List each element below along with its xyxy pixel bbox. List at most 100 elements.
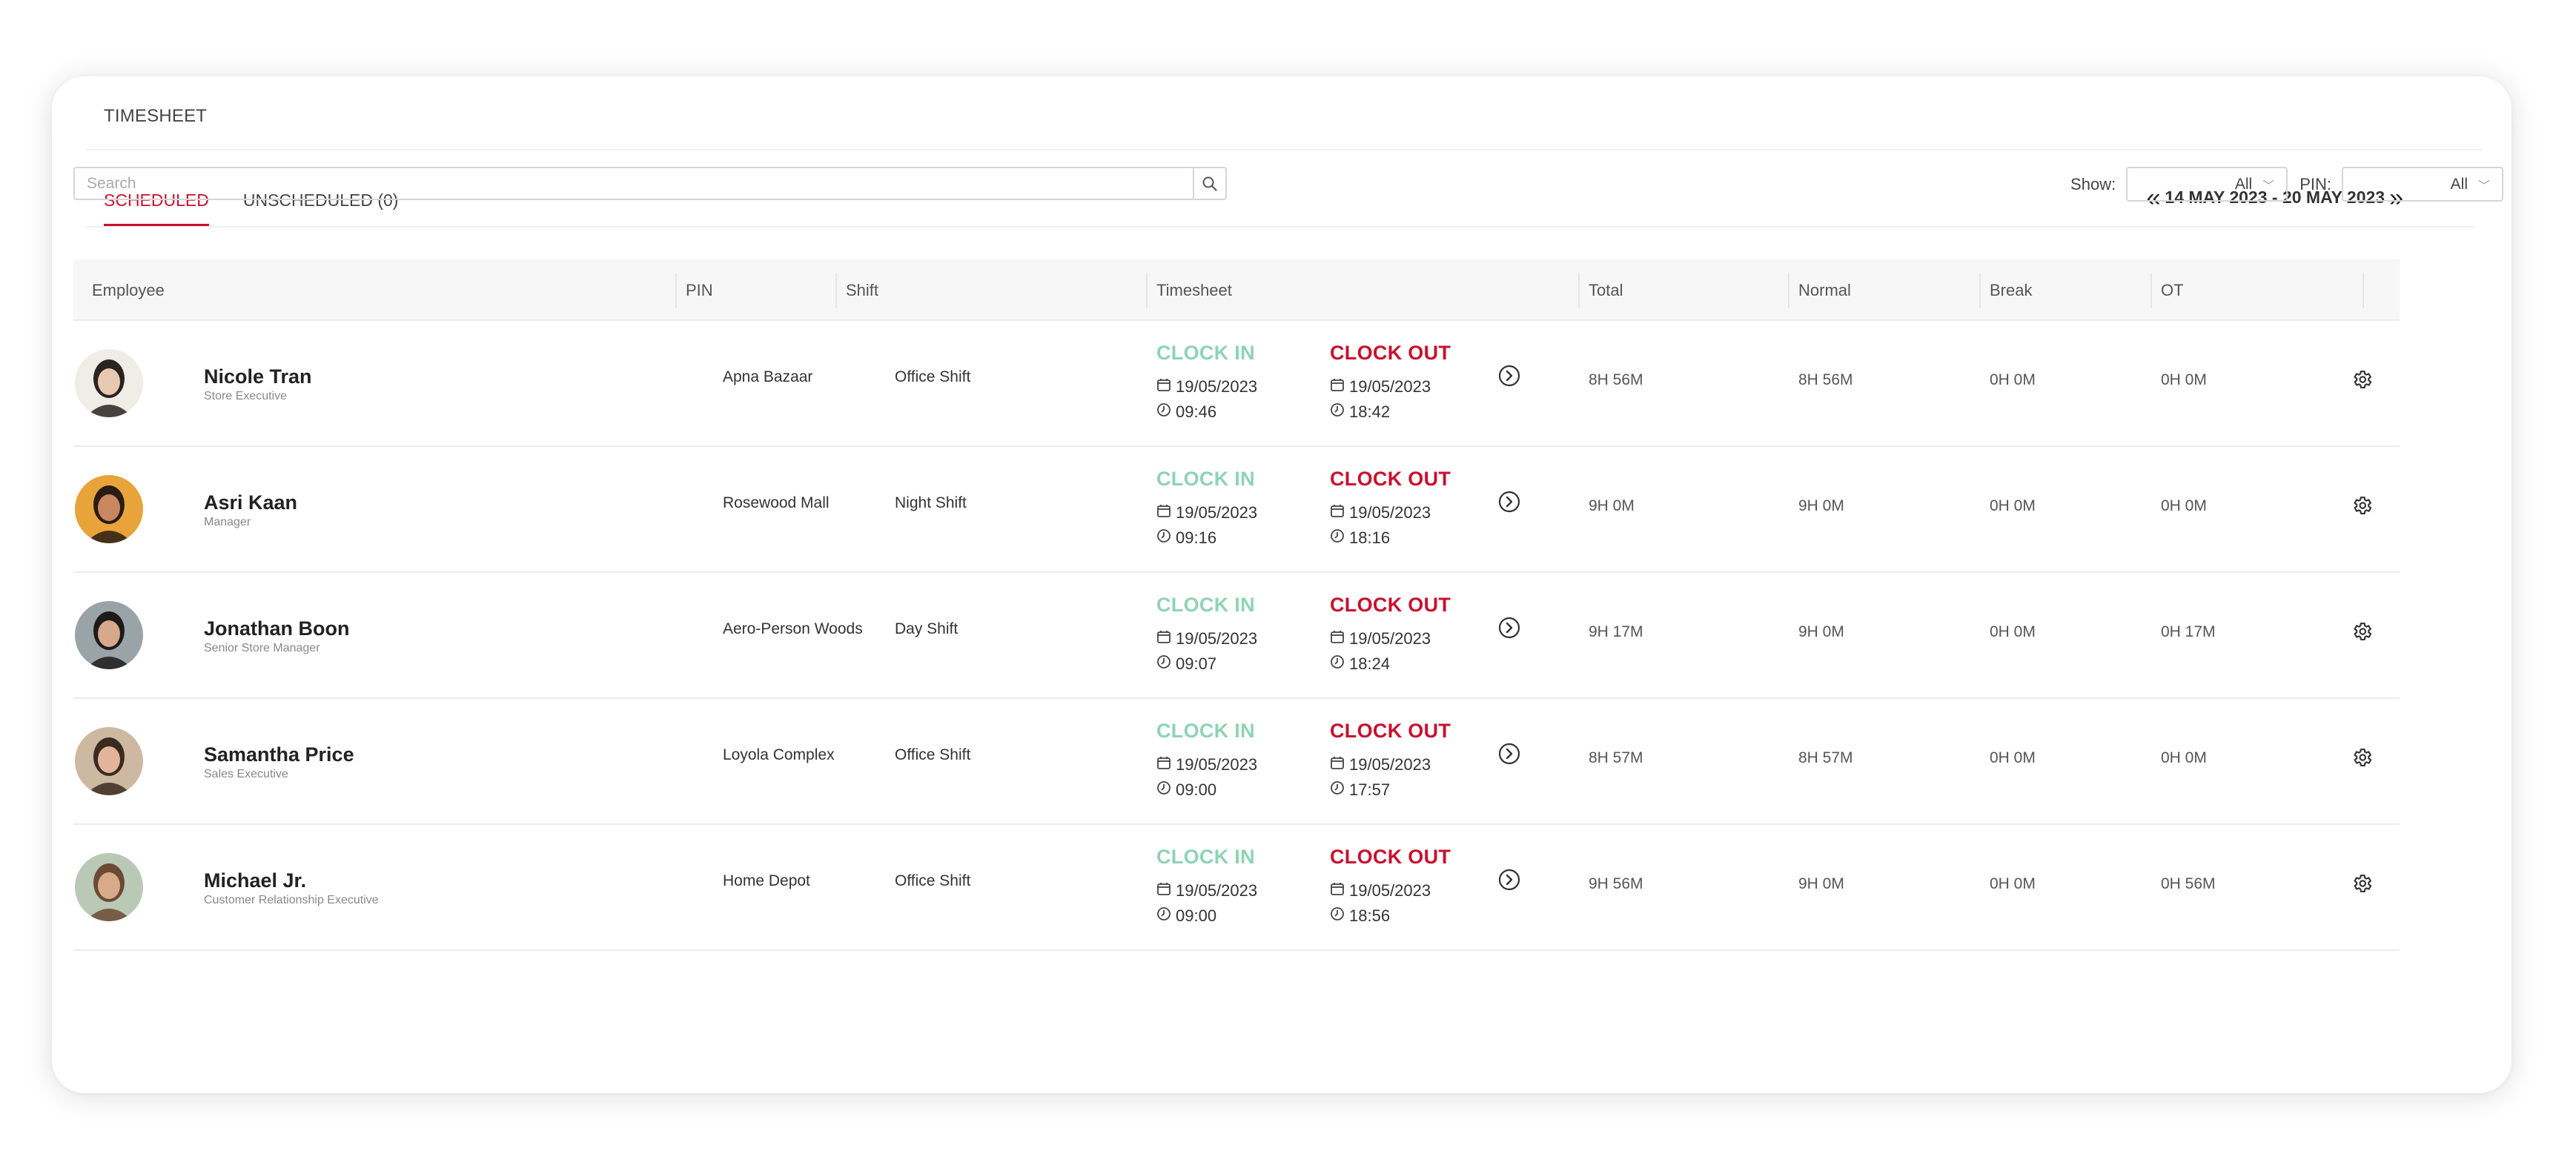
show-filter-select[interactable]: All ﹀ (2126, 167, 2288, 202)
clock-in-date: 19/05/2023 (1156, 755, 1257, 774)
column-break[interactable]: Break (1979, 259, 2032, 321)
clock-out-date: 19/05/2023 (1330, 881, 1431, 900)
shift-name: Office Shift (895, 746, 971, 763)
column-shift[interactable]: Shift (835, 259, 878, 321)
timesheet-table: Employee PIN Shift Timesheet Total Norma… (73, 259, 2400, 951)
clock-out-date-value: 19/05/2023 (1349, 755, 1431, 774)
gear-icon[interactable] (2349, 745, 2374, 770)
clock-icon (1330, 528, 1349, 548)
employee-name[interactable]: Asri Kaan (204, 491, 297, 514)
calendar-icon (1330, 377, 1349, 397)
clock-out-date: 19/05/2023 (1330, 503, 1431, 523)
table-row: Michael Jr. Customer Relationship Execut… (73, 825, 2400, 951)
employee-role: Sales Executive (204, 768, 288, 780)
employee-role: Customer Relationship Executive (204, 894, 379, 906)
calendar-icon (1330, 503, 1349, 523)
clock-out-label: CLOCK OUT (1330, 342, 1451, 364)
column-employee[interactable]: Employee (92, 259, 165, 321)
view-detail-arrow-icon[interactable] (1497, 741, 1522, 766)
calendar-icon (1330, 881, 1349, 900)
table-row: Asri Kaan Manager Rosewood Mall Night Sh… (73, 447, 2400, 573)
column-timesheet[interactable]: Timesheet (1146, 259, 1232, 321)
gear-icon[interactable] (2349, 493, 2374, 518)
normal-hours: 9H 0M (1798, 623, 1844, 640)
ot-hours: 0H 0M (2161, 371, 2207, 388)
search-icon[interactable] (1193, 168, 1225, 199)
title-divider (86, 149, 2482, 150)
clock-in-time: 09:16 (1156, 528, 1216, 548)
clock-in-time-value: 09:46 (1176, 402, 1217, 421)
view-detail-arrow-icon[interactable] (1497, 489, 1522, 514)
clock-in-time: 09:00 (1156, 906, 1216, 926)
clock-in-time-value: 09:07 (1176, 654, 1217, 673)
pin-location: Apna Bazaar (723, 368, 813, 385)
clock-out-date-value: 19/05/2023 (1349, 881, 1431, 900)
normal-hours: 9H 0M (1798, 875, 1844, 892)
break-hours: 0H 0M (1990, 623, 2036, 640)
calendar-icon (1330, 629, 1349, 648)
calendar-icon (1156, 755, 1176, 774)
clock-in-label: CLOCK IN (1156, 342, 1255, 364)
column-total[interactable]: Total (1577, 259, 1623, 321)
search-input[interactable] (75, 168, 1193, 199)
clock-in-label: CLOCK IN (1156, 594, 1255, 616)
view-detail-arrow-icon[interactable] (1497, 615, 1522, 640)
employee-role: Senior Store Manager (204, 642, 320, 654)
clock-out-label: CLOCK OUT (1330, 468, 1451, 490)
clock-in-time: 09:00 (1156, 780, 1216, 800)
clock-out-label: CLOCK OUT (1330, 594, 1451, 616)
total-hours: 8H 56M (1589, 371, 1643, 388)
clock-icon (1156, 906, 1176, 926)
gear-icon[interactable] (2349, 367, 2374, 392)
employee-name[interactable]: Jonathan Boon (204, 617, 350, 640)
clock-out-date-value: 19/05/2023 (1349, 629, 1431, 648)
clock-out-time: 18:24 (1330, 654, 1390, 674)
shift-name: Office Shift (895, 872, 971, 889)
clock-in-time-value: 09:00 (1176, 906, 1217, 925)
column-normal[interactable]: Normal (1788, 259, 1851, 321)
column-ot[interactable]: OT (2150, 259, 2184, 321)
clock-out-time: 18:42 (1330, 402, 1390, 422)
break-hours: 0H 0M (1990, 875, 2036, 892)
chevron-down-icon: ﹀ (2262, 179, 2275, 193)
gear-icon[interactable] (2349, 871, 2374, 896)
clock-out-time-value: 17:57 (1349, 780, 1391, 799)
normal-hours: 9H 0M (1798, 497, 1844, 514)
shift-name: Day Shift (895, 620, 958, 637)
break-hours: 0H 0M (1990, 371, 2036, 388)
pin-filter-label: PIN: (2299, 174, 2331, 193)
clock-icon (1156, 528, 1176, 548)
ot-hours: 0H 0M (2161, 749, 2207, 766)
gear-icon[interactable] (2349, 619, 2374, 644)
clock-out-time: 17:57 (1330, 780, 1390, 800)
filters-bar: Show: All ﹀ PIN: All ﹀ (2070, 167, 2503, 202)
avatar (75, 601, 143, 669)
clock-in-label: CLOCK IN (1156, 846, 1255, 868)
clock-out-label: CLOCK OUT (1330, 846, 1451, 868)
clock-out-time: 18:16 (1330, 528, 1390, 548)
clock-in-label: CLOCK IN (1156, 468, 1255, 490)
view-detail-arrow-icon[interactable] (1497, 867, 1522, 892)
pin-filter-value: All (2450, 175, 2468, 193)
clock-in-date: 19/05/2023 (1156, 503, 1257, 523)
shift-name: Night Shift (895, 494, 967, 511)
search-box (73, 167, 1227, 200)
page-title: TIMESHEET (104, 106, 208, 126)
total-hours: 9H 0M (1589, 497, 1635, 514)
clock-out-time: 18:56 (1330, 906, 1390, 926)
clock-in-date-value: 19/05/2023 (1176, 377, 1258, 396)
column-pin[interactable]: PIN (675, 259, 713, 321)
employee-name[interactable]: Samantha Price (204, 743, 354, 766)
avatar (75, 853, 143, 921)
view-detail-arrow-icon[interactable] (1497, 363, 1522, 388)
chevron-down-icon: ﹀ (2477, 179, 2490, 193)
clock-in-date: 19/05/2023 (1156, 881, 1257, 900)
employee-name[interactable]: Michael Jr. (204, 869, 306, 892)
employee-name[interactable]: Nicole Tran (204, 365, 312, 388)
clock-out-time-value: 18:56 (1349, 906, 1391, 925)
clock-out-date-value: 19/05/2023 (1349, 377, 1431, 396)
employee-role: Manager (204, 516, 251, 528)
clock-icon (1330, 654, 1349, 674)
pin-filter-select[interactable]: All ﹀ (2342, 167, 2503, 202)
total-hours: 8H 57M (1589, 749, 1643, 766)
